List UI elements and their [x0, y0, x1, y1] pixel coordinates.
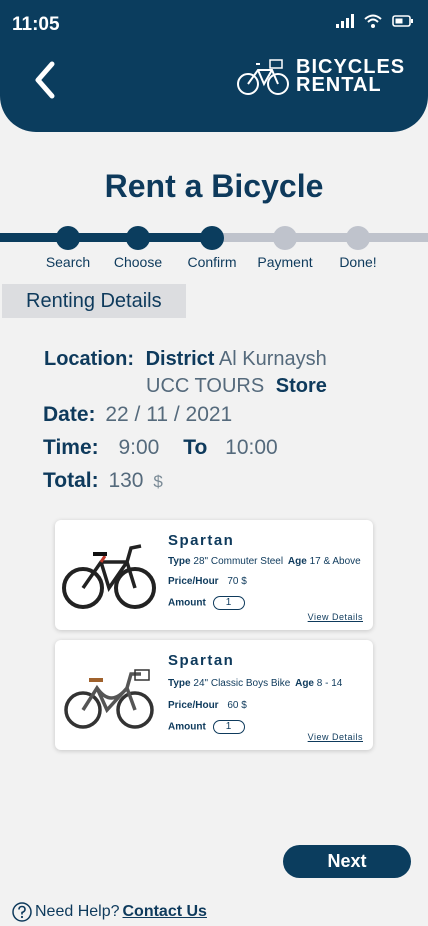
status-icons [336, 14, 414, 28]
view-details-link[interactable]: View Details [308, 732, 363, 742]
next-button[interactable]: Next [283, 845, 411, 878]
time-from: 9:00 [118, 436, 160, 459]
step-dot [126, 226, 150, 250]
price-value: 60 [227, 700, 239, 711]
app-header: 11:05 BICYCLES RENTAL [0, 0, 428, 132]
step-label: Search [45, 254, 91, 270]
help-footer: Need Help? Contact Us [12, 902, 207, 922]
bike-amount-row: Amount 1 [168, 596, 245, 610]
amount-input[interactable]: 1 [212, 596, 245, 610]
contact-us-link[interactable]: Contact Us [123, 903, 207, 921]
price-currency: $ [241, 700, 247, 711]
age-value: 17 & Above [309, 556, 361, 567]
step-dot [273, 226, 297, 250]
bike-type-row: Type 28" Commuter Steel Age 17 & Above [168, 556, 361, 567]
brand-logo: BICYCLES RENTAL [236, 54, 405, 98]
bike-card[interactable]: Spartan Type 28" Commuter Steel Age 17 &… [55, 520, 373, 630]
step-confirm: Confirm [172, 226, 252, 270]
total-currency: $ [153, 472, 163, 491]
step-dot [200, 226, 224, 250]
help-text: Need Help? [35, 903, 120, 920]
back-icon[interactable] [30, 58, 70, 102]
wifi-icon [364, 14, 382, 28]
type-label: Type [168, 678, 191, 689]
step-payment: Payment [245, 226, 325, 270]
bike-image [64, 669, 154, 729]
step-search: Search [28, 226, 108, 270]
bike-price-row: Price/Hour 70 $ [168, 576, 247, 587]
price-label: Price/Hour [168, 576, 219, 587]
status-time: 11:05 [12, 14, 60, 35]
date-label: Date: [43, 403, 96, 426]
page-title: Rent a Bicycle [104, 168, 324, 204]
price-currency: $ [241, 576, 247, 587]
date-row: Date: 22 / 11 / 2021 [43, 403, 232, 427]
step-label: Done! [339, 254, 377, 270]
time-to: 10:00 [225, 436, 278, 459]
help-icon [12, 902, 32, 922]
store-label: Store [275, 375, 327, 397]
amount-input[interactable]: 1 [212, 720, 245, 734]
signal-icon [336, 14, 354, 28]
step-choose: Choose [98, 226, 178, 270]
age-label: Age [287, 556, 307, 567]
location-row: Location: District Al Kurnaysh [44, 348, 327, 371]
type-value: 24" Classic Boys Bike [193, 678, 291, 689]
district-value: Al Kurnaysh [218, 348, 327, 370]
battery-icon [392, 15, 413, 27]
amount-label: Amount [168, 597, 206, 609]
total-label: Total: [43, 469, 99, 492]
step-label: Choose [113, 254, 163, 270]
price-label: Price/Hour [168, 700, 219, 711]
date-value: 22 / 11 / 2021 [105, 403, 233, 426]
logo-line-2: RENTAL [296, 74, 382, 96]
total-value: 130 [108, 469, 144, 492]
section-heading: Renting Details [2, 284, 186, 318]
store-value: UCC TOURS [146, 375, 265, 397]
type-label: Type [168, 556, 191, 567]
bike-card[interactable]: Spartan Type 24" Classic Boys Bike Age 8… [55, 640, 373, 750]
time-label: Time: [43, 436, 99, 459]
step-done: Done! [318, 226, 398, 270]
amount-label: Amount [168, 721, 206, 733]
bike-amount-row: Amount 1 [168, 720, 245, 734]
view-details-link[interactable]: View Details [308, 612, 363, 622]
type-value: 28" Commuter Steel [193, 556, 284, 567]
district-label: District [145, 348, 215, 370]
bike-type-row: Type 24" Classic Boys Bike Age 8 - 14 [168, 678, 342, 689]
step-label: Confirm [187, 254, 237, 270]
age-label: Age [295, 678, 314, 689]
bike-name: Spartan [168, 652, 235, 669]
price-value: 70 [227, 576, 239, 587]
bike-price-row: Price/Hour 60 $ [168, 700, 247, 711]
bike-name: Spartan [168, 532, 235, 549]
store-row: UCC TOURS Store [146, 375, 327, 398]
bicycle-logo-icon [237, 59, 289, 95]
time-row: Time: 9:00 To 10:00 [43, 436, 278, 460]
step-dot [346, 226, 370, 250]
time-to-label: To [183, 436, 208, 459]
age-value: 8 - 14 [316, 678, 343, 689]
location-label: Location: [44, 348, 134, 370]
total-row: Total: 130 $ [43, 469, 163, 493]
step-dot [56, 226, 80, 250]
bike-image [62, 544, 156, 609]
step-label: Payment [257, 254, 313, 270]
